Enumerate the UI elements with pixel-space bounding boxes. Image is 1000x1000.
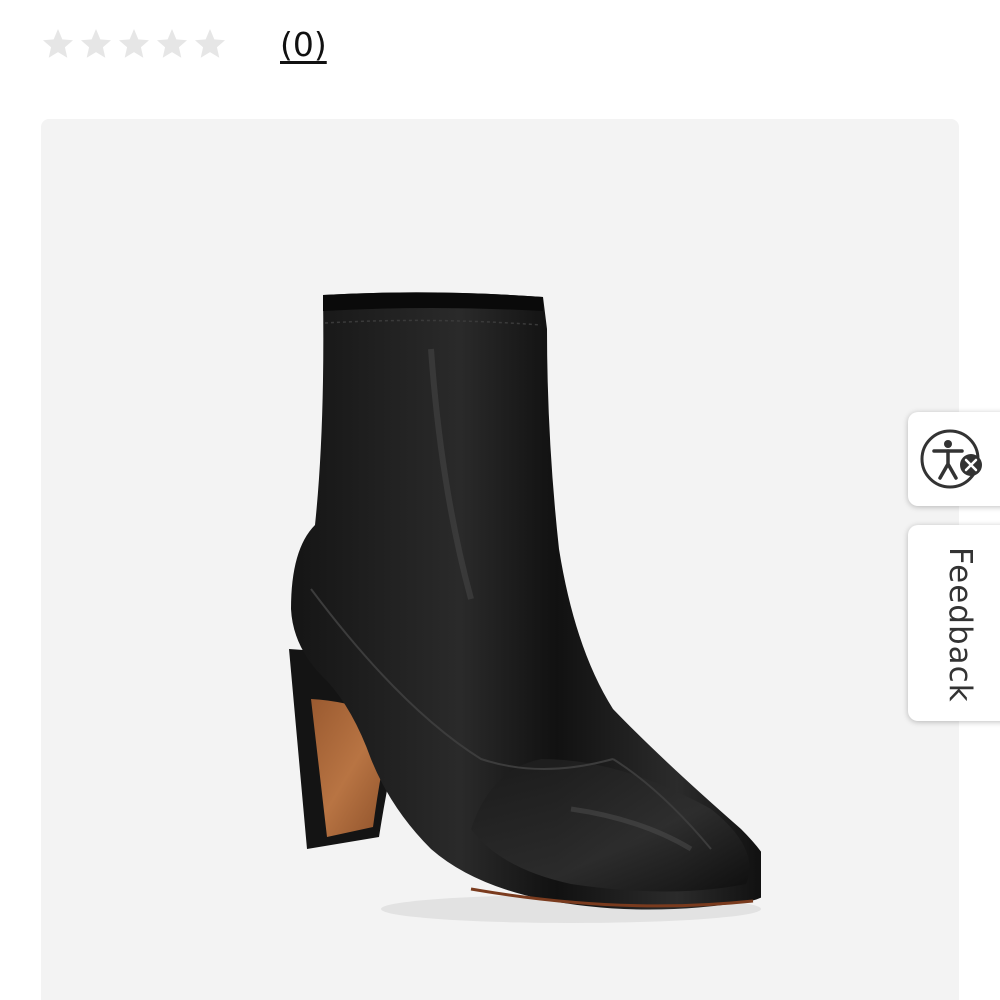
feedback-label: Feedback [942, 547, 978, 703]
accessibility-icon [920, 429, 982, 489]
star-icon [81, 29, 111, 58]
accessibility-widget-button[interactable] [908, 412, 1000, 506]
close-icon [960, 454, 982, 476]
rating-row: (0) [40, 18, 327, 70]
star-rating [40, 26, 228, 62]
feedback-button[interactable]: Feedback [908, 525, 1000, 721]
ankle-boot-image [289, 292, 761, 923]
review-count-link[interactable]: (0) [280, 25, 327, 64]
star-icon [157, 29, 187, 58]
product-page: (0) Feedback [0, 0, 1000, 1000]
star-icon [195, 29, 225, 58]
product-image[interactable] [41, 119, 959, 1000]
star-icon [43, 29, 73, 58]
star-icon [119, 29, 149, 58]
